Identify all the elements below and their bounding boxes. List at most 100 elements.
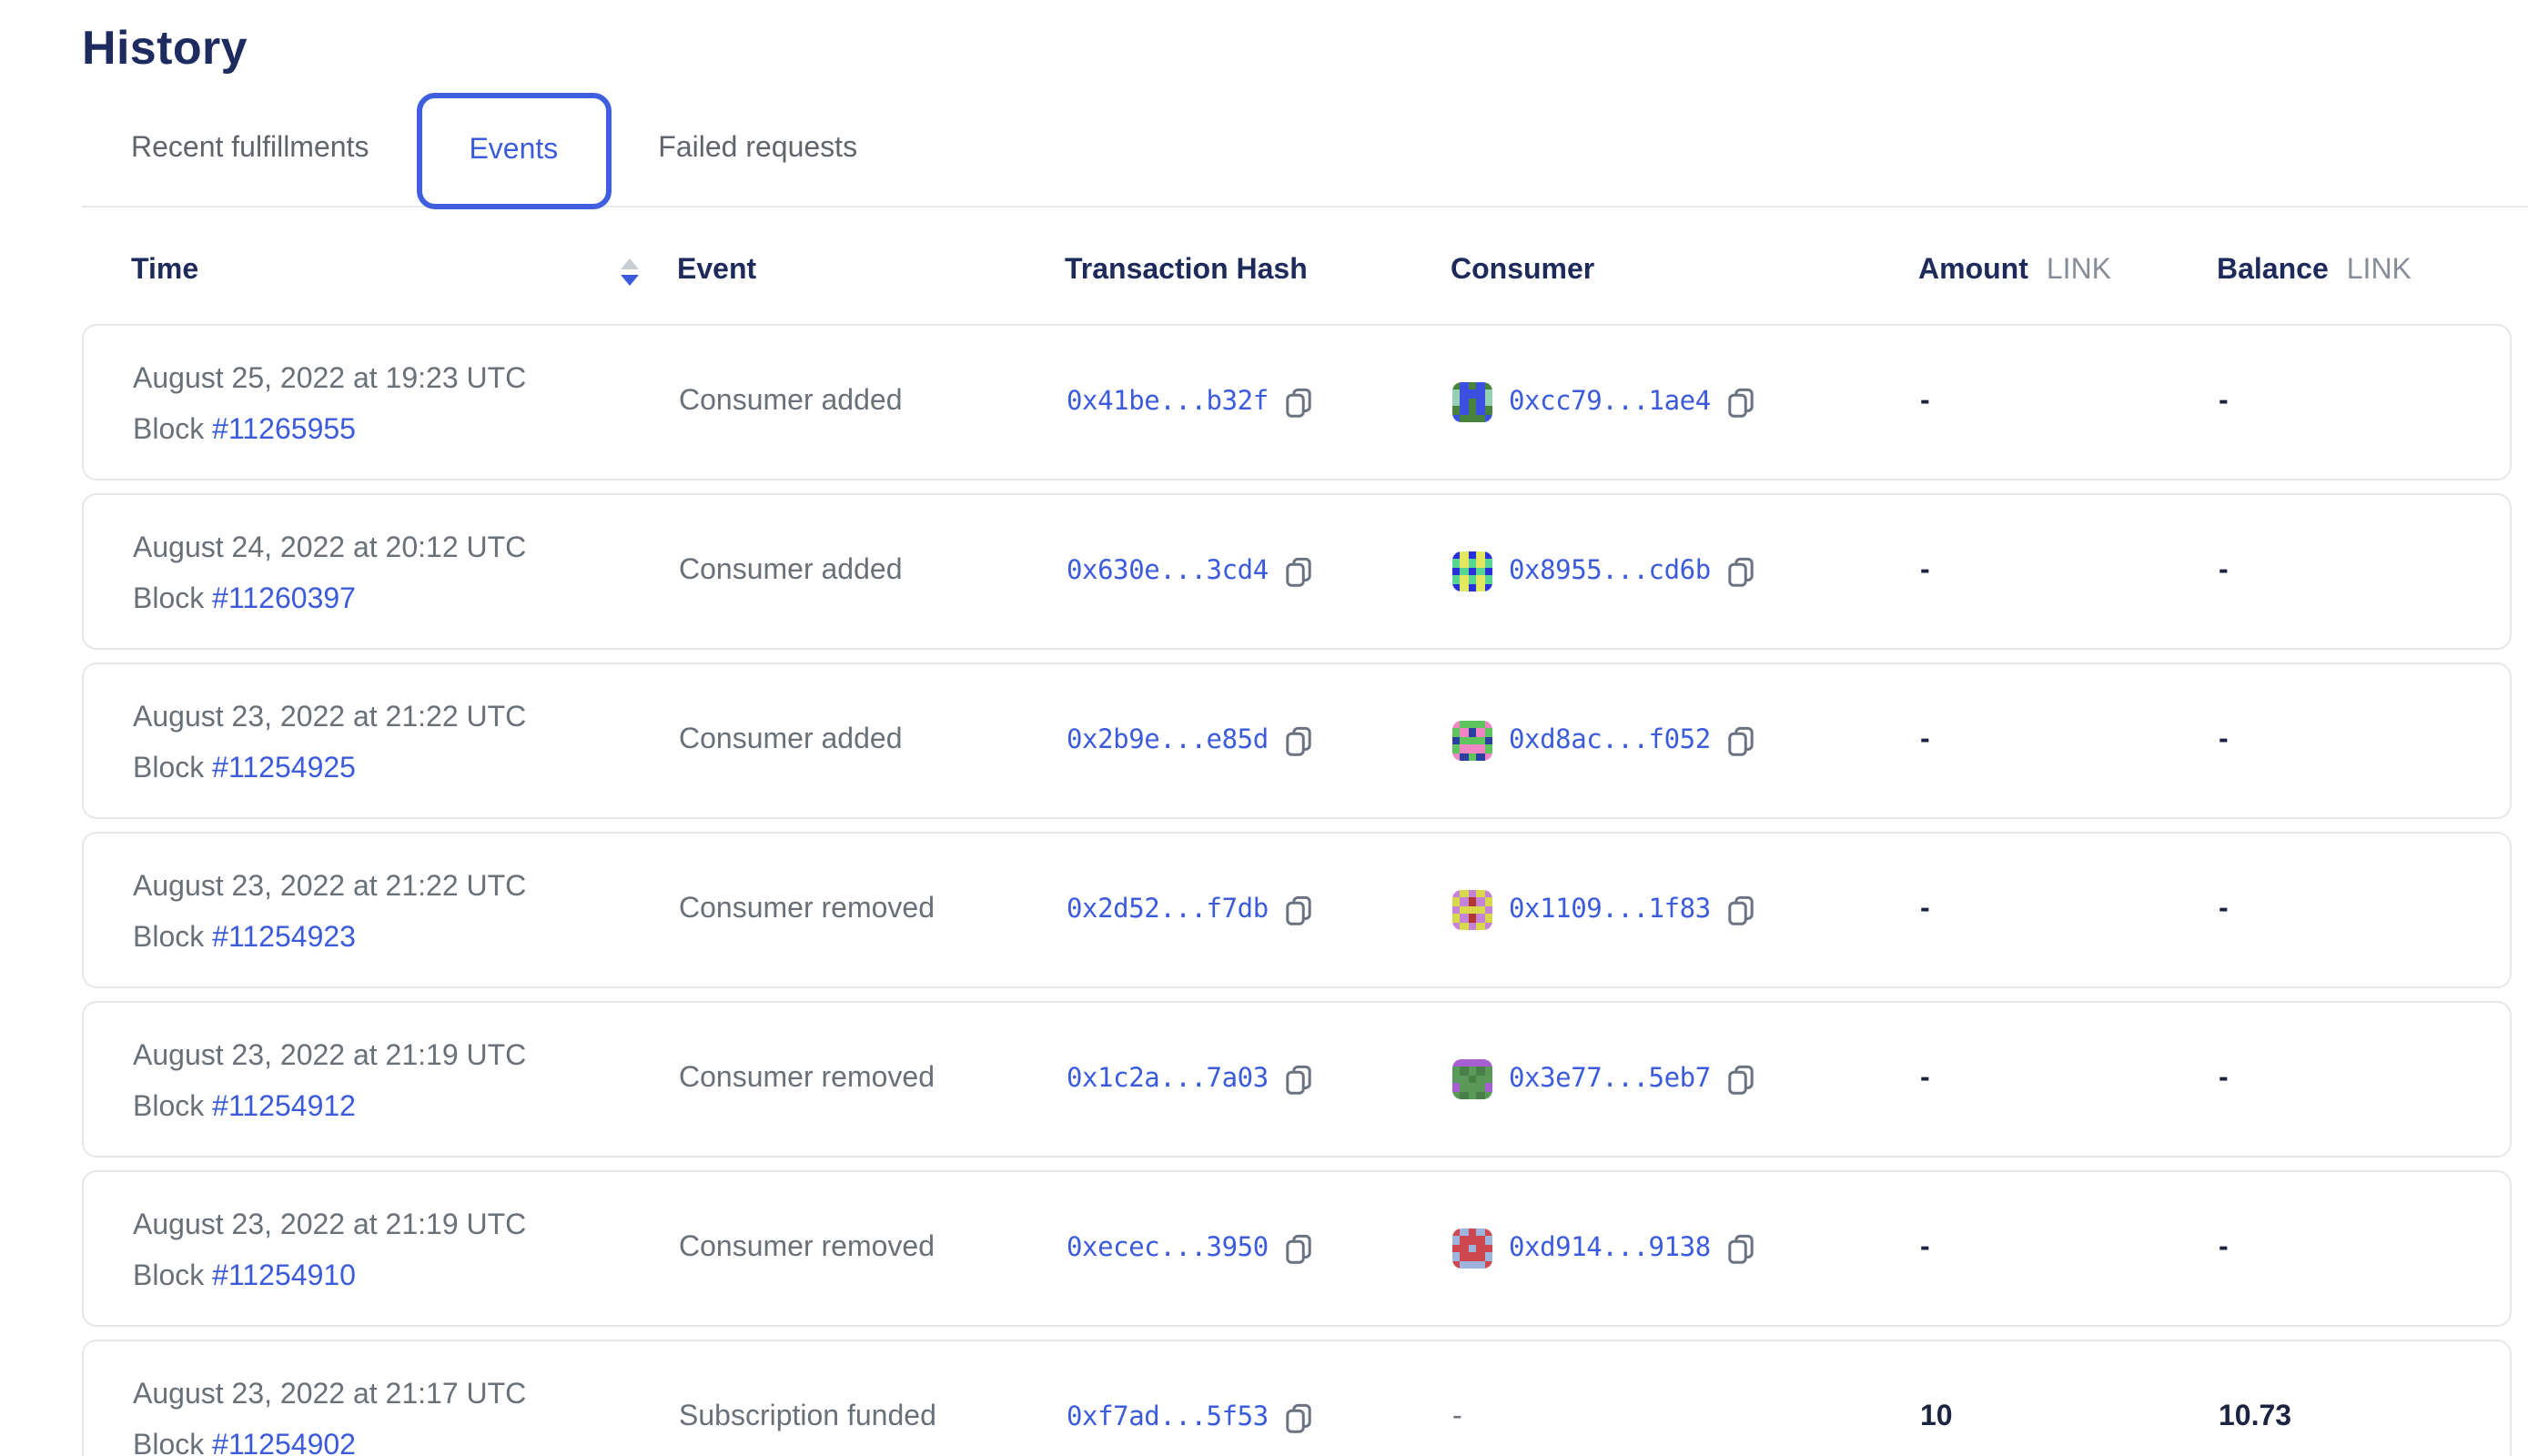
event-type: Consumer removed [679, 1063, 1067, 1096]
time-cell: August 23, 2022 at 21:22 UTC Block #1125… [133, 664, 679, 817]
balance-value: - [2219, 724, 2510, 757]
amount-unit-label: LINK [2047, 255, 2111, 288]
time-cell: August 25, 2022 at 19:23 UTC Block #1126… [133, 326, 679, 479]
transaction-hash-cell: 0x2b9e...e85d [1067, 725, 1452, 756]
amount-value: - [1920, 386, 2219, 419]
block-label: Block [133, 753, 204, 784]
row-timestamp: August 23, 2022 at 21:22 UTC [133, 872, 679, 903]
column-header-consumer[interactable]: Consumer [1451, 255, 1918, 288]
transaction-hash-link[interactable]: 0x1c2a...7a03 [1067, 1065, 1269, 1094]
copy-icon[interactable] [1285, 1064, 1312, 1095]
event-rows: August 25, 2022 at 19:23 UTC Block #1126… [82, 324, 2512, 1456]
block-number-link[interactable]: #11254923 [212, 923, 356, 954]
sort-indicator[interactable] [621, 258, 639, 285]
consumer-address-link[interactable]: 0xcc79...1ae4 [1509, 388, 1711, 417]
column-header-time[interactable]: Time [131, 255, 198, 288]
amount-value: - [1920, 724, 2219, 757]
consumer-empty: - [1452, 1401, 1462, 1434]
balance-value: 10.73 [2219, 1401, 2510, 1434]
transaction-hash-link[interactable]: 0x41be...b32f [1067, 388, 1269, 417]
column-header-amount[interactable]: Amount LINK [1918, 255, 2217, 288]
copy-icon[interactable] [1285, 725, 1312, 756]
amount-value: - [1920, 1063, 2219, 1096]
copy-icon[interactable] [1727, 387, 1754, 418]
table-row: August 23, 2022 at 21:19 UTC Block #1125… [82, 1001, 2512, 1158]
transaction-hash-cell: 0x2d52...f7db [1067, 895, 1452, 925]
consumer-address-link[interactable]: 0x8955...cd6b [1509, 557, 1711, 586]
balance-value: - [2219, 386, 2510, 419]
copy-icon[interactable] [1285, 556, 1312, 587]
consumer-address-link[interactable]: 0x3e77...5eb7 [1509, 1065, 1711, 1094]
consumer-address-link[interactable]: 0x1109...1f83 [1509, 895, 1711, 925]
block-number-link[interactable]: #11254910 [212, 1261, 356, 1292]
balance-value: - [2219, 1232, 2510, 1265]
sort-desc-icon [621, 274, 639, 285]
tab-events[interactable]: Events [416, 93, 611, 209]
copy-icon[interactable] [1727, 725, 1754, 756]
transaction-hash-link[interactable]: 0xecec...3950 [1067, 1234, 1269, 1263]
event-type: Consumer added [679, 724, 1067, 757]
event-type: Subscription funded [679, 1401, 1067, 1434]
block-number-link[interactable]: #11254925 [212, 753, 356, 784]
copy-icon[interactable] [1285, 1402, 1312, 1433]
copy-icon[interactable] [1727, 556, 1754, 587]
block-number-link[interactable]: #11265955 [212, 415, 356, 446]
copy-icon[interactable] [1285, 1233, 1312, 1264]
balance-value: - [2219, 894, 2510, 926]
copy-icon[interactable] [1727, 895, 1754, 925]
time-cell: August 23, 2022 at 21:22 UTC Block #1125… [133, 834, 679, 986]
row-timestamp: August 23, 2022 at 21:17 UTC [133, 1380, 679, 1410]
consumer-cell: 0x3e77...5eb7 [1452, 1059, 1920, 1099]
copy-icon[interactable] [1727, 1064, 1754, 1095]
transaction-hash-link[interactable]: 0xf7ad...5f53 [1067, 1403, 1269, 1432]
consumer-cell: 0xd914...9138 [1452, 1228, 1920, 1269]
consumer-avatar-icon [1452, 1059, 1492, 1099]
transaction-hash-cell: 0xf7ad...5f53 [1067, 1402, 1452, 1433]
consumer-cell: 0x8955...cd6b [1452, 551, 1920, 592]
row-timestamp: August 25, 2022 at 19:23 UTC [133, 364, 679, 395]
tab-recent-fulfillments[interactable]: Recent fulfillments [127, 93, 372, 206]
table-row: August 25, 2022 at 19:23 UTC Block #1126… [82, 324, 2512, 480]
consumer-cell: 0xd8ac...f052 [1452, 721, 1920, 761]
consumer-cell: - [1452, 1401, 1920, 1434]
table-row: August 23, 2022 at 21:22 UTC Block #1125… [82, 662, 2512, 819]
amount-label: Amount [1918, 255, 2028, 288]
transaction-hash-cell: 0x1c2a...7a03 [1067, 1064, 1452, 1095]
history-panel: History Recent fulfillments Events Faile… [0, 0, 2528, 1456]
consumer-address-link[interactable]: 0xd8ac...f052 [1509, 726, 1711, 755]
balance-label: Balance [2217, 255, 2329, 288]
transaction-hash-link[interactable]: 0x2d52...f7db [1067, 895, 1269, 925]
amount-value: - [1920, 1232, 2219, 1265]
block-label: Block [133, 923, 204, 954]
table-header: Time Event Transaction Hash Consumer Amo… [131, 255, 2512, 288]
block-number-link[interactable]: #11254902 [212, 1431, 356, 1456]
copy-icon[interactable] [1727, 1233, 1754, 1264]
tab-bar: Recent fulfillments Events Failed reques… [127, 93, 2528, 206]
time-cell: August 23, 2022 at 21:19 UTC Block #1125… [133, 1003, 679, 1156]
consumer-avatar-icon [1452, 382, 1492, 422]
transaction-hash-link[interactable]: 0x630e...3cd4 [1067, 557, 1269, 586]
copy-icon[interactable] [1285, 895, 1312, 925]
page-title: History [82, 16, 2528, 78]
event-type: Consumer removed [679, 1232, 1067, 1265]
consumer-address-link[interactable]: 0xd914...9138 [1509, 1234, 1711, 1263]
time-cell: August 23, 2022 at 21:19 UTC Block #1125… [133, 1172, 679, 1325]
row-timestamp: August 23, 2022 at 21:22 UTC [133, 703, 679, 733]
block-label: Block [133, 415, 204, 446]
transaction-hash-cell: 0x630e...3cd4 [1067, 556, 1452, 587]
column-header-event[interactable]: Event [677, 255, 1065, 288]
row-timestamp: August 23, 2022 at 21:19 UTC [133, 1210, 679, 1241]
row-timestamp: August 24, 2022 at 20:12 UTC [133, 533, 679, 564]
block-label: Block [133, 1092, 204, 1123]
block-number-link[interactable]: #11254912 [212, 1092, 356, 1123]
balance-value: - [2219, 1063, 2510, 1096]
row-timestamp: August 23, 2022 at 21:19 UTC [133, 1041, 679, 1072]
transaction-hash-cell: 0x41be...b32f [1067, 387, 1452, 418]
consumer-avatar-icon [1452, 1228, 1492, 1269]
column-header-transaction-hash[interactable]: Transaction Hash [1065, 255, 1451, 288]
tab-failed-requests[interactable]: Failed requests [654, 93, 861, 206]
copy-icon[interactable] [1285, 387, 1312, 418]
column-header-balance[interactable]: Balance LINK [2217, 255, 2512, 288]
transaction-hash-link[interactable]: 0x2b9e...e85d [1067, 726, 1269, 755]
block-number-link[interactable]: #11260397 [212, 584, 356, 615]
